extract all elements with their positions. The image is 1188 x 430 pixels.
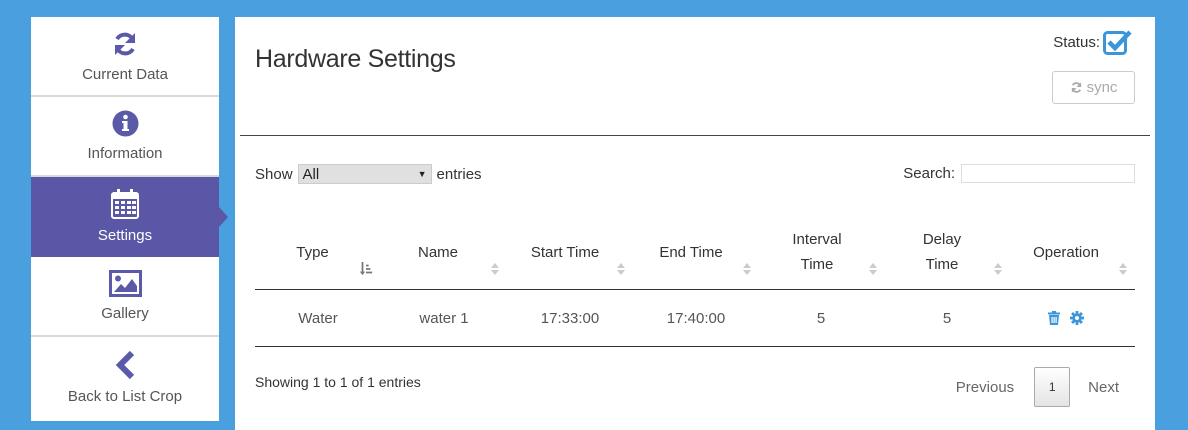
main-panel: Hardware Settings Status: sync Show All … — [235, 17, 1155, 430]
chevron-left-icon — [115, 350, 135, 379]
refresh-icon — [1071, 82, 1081, 93]
header-operation[interactable]: Operation — [1007, 215, 1125, 289]
sort-both-icon — [743, 263, 751, 275]
cell-delay: 5 — [942, 309, 952, 327]
sidebar-item-information[interactable]: Information — [31, 97, 219, 177]
header-label: End Time — [659, 243, 723, 261]
cell-start-time: 17:33:00 — [540, 309, 600, 327]
image-icon — [108, 270, 142, 297]
sidebar-item-current-data[interactable]: Current Data — [31, 17, 219, 97]
table-header: Type Name Start Time End Time Interval T… — [255, 215, 1135, 290]
table-row: Water water 1 17:33:00 17:40:00 5 5 — [255, 290, 1135, 347]
next-button[interactable]: Next — [1088, 379, 1119, 396]
header-name[interactable]: Name — [373, 215, 503, 289]
sidebar-item-label: Information — [87, 145, 163, 162]
entries-select-value: All — [302, 165, 320, 183]
sync-button[interactable]: sync — [1052, 71, 1135, 104]
header-type[interactable]: Type — [255, 215, 370, 289]
divider — [240, 135, 1150, 136]
sidebar-item-label: Back to List Crop — [67, 387, 183, 405]
calendar-icon — [111, 188, 139, 219]
entries-label: entries — [436, 165, 482, 183]
header-start-time[interactable]: Start Time — [505, 215, 625, 289]
show-entries: Show All ▼ entries — [255, 164, 482, 184]
header-label: Start Time — [530, 243, 600, 261]
header-end-time[interactable]: End Time — [631, 215, 751, 289]
caret-down-icon: ▼ — [417, 169, 427, 179]
sidebar-item-settings[interactable]: Settings — [31, 177, 228, 257]
sidebar-item-gallery[interactable]: Gallery — [31, 257, 219, 337]
page-title: Hardware Settings — [255, 45, 456, 73]
cell-name: water 1 — [419, 309, 469, 327]
status-checkbox-icon[interactable] — [1103, 29, 1133, 55]
sort-both-icon — [1119, 263, 1127, 275]
search-input[interactable] — [961, 164, 1135, 183]
refresh-icon — [115, 32, 135, 55]
info-circle-icon — [112, 110, 138, 137]
sort-both-icon — [491, 263, 499, 275]
sort-asc-icon — [359, 262, 373, 276]
pagination: Previous 1 Next — [956, 367, 1135, 407]
sidebar-item-label: Gallery — [101, 305, 149, 322]
sort-both-icon — [869, 263, 877, 275]
sidebar: Current Data Information Settings Galler… — [31, 17, 228, 421]
entries-select[interactable]: All ▼ — [297, 164, 432, 184]
sidebar-item-back-to-list[interactable]: Back to List Crop — [31, 337, 219, 417]
sort-both-icon — [994, 263, 1002, 275]
header-label: Interval — [792, 231, 842, 248]
gear-icon[interactable] — [1070, 311, 1084, 325]
cell-operation — [1007, 290, 1125, 346]
settings-table: Type Name Start Time End Time Interval T… — [255, 215, 1135, 347]
search: Search: — [903, 164, 1135, 183]
header-label: Delay — [922, 231, 962, 248]
table-info: Showing 1 to 1 of 1 entries — [255, 374, 421, 390]
header-label: Name — [417, 243, 458, 261]
header-label: Operation — [1033, 243, 1099, 261]
page-button-current[interactable]: 1 — [1034, 367, 1071, 407]
status: Status: — [1053, 29, 1133, 55]
header-interval-time[interactable]: Interval Time — [757, 215, 877, 289]
header-label: Time — [925, 256, 959, 273]
sidebar-item-label: Settings — [97, 226, 153, 244]
status-label: Status: — [1053, 33, 1100, 51]
cell-type: Water — [298, 309, 338, 327]
sort-both-icon — [617, 263, 625, 275]
cell-interval: 5 — [816, 309, 826, 327]
show-label: Show — [255, 165, 293, 183]
previous-button[interactable]: Previous — [956, 379, 1014, 396]
header-label: Time — [800, 256, 834, 273]
sidebar-item-label: Current Data — [82, 65, 168, 83]
search-label: Search: — [903, 165, 955, 182]
header-delay-time[interactable]: Delay Time — [882, 215, 1002, 289]
header-label: Type — [296, 243, 329, 261]
trash-icon[interactable] — [1048, 311, 1060, 325]
cell-end-time: 17:40:00 — [666, 309, 726, 327]
sync-label: sync — [1086, 79, 1118, 96]
